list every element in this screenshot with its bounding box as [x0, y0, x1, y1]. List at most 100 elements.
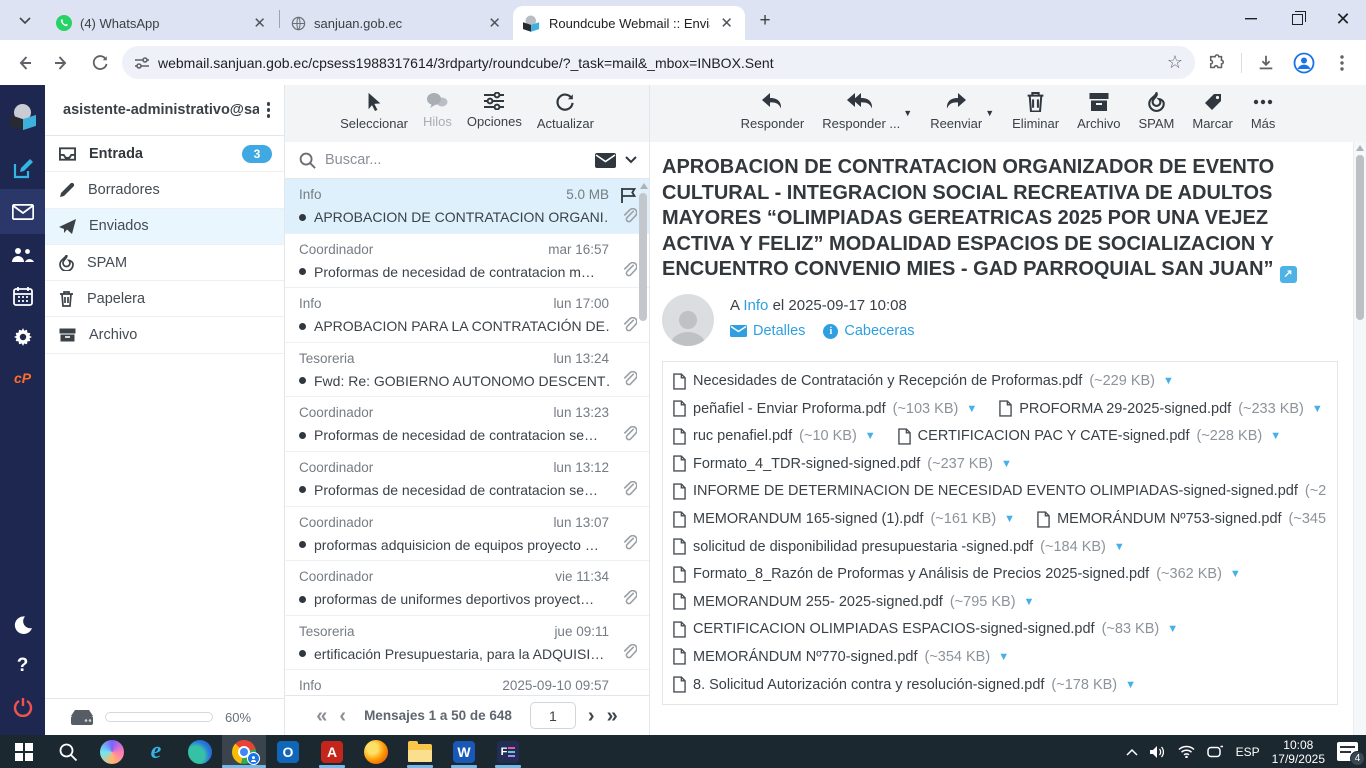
attachment-menu-caret[interactable]: ▼ — [1004, 513, 1015, 525]
attachment-chip[interactable]: Formato_4_TDR-signed-signed.pdf(~237 KB)… — [673, 455, 1012, 472]
scrollbar-thumb[interactable] — [639, 193, 647, 321]
dark-mode-moon-icon[interactable] — [0, 604, 45, 645]
chrome-icon[interactable] — [222, 735, 266, 768]
attachment-menu-caret[interactable]: ▼ — [1167, 623, 1178, 635]
options-button[interactable]: Opciones — [467, 92, 522, 142]
minimize-button[interactable] — [1228, 0, 1274, 38]
start-button[interactable] — [2, 735, 46, 768]
acrobat-icon[interactable]: A — [310, 735, 354, 768]
recipient-link[interactable]: Info — [743, 297, 768, 314]
attachment-menu-caret[interactable]: ▼ — [998, 651, 1009, 663]
taskbar-search-icon[interactable] — [46, 735, 90, 768]
firefox-icon[interactable] — [354, 735, 398, 768]
search-scope-envelope-icon[interactable] — [595, 153, 616, 168]
calendar-icon[interactable] — [0, 275, 45, 316]
flag-icon[interactable] — [620, 187, 637, 203]
attachment-menu-caret[interactable]: ▼ — [1230, 568, 1241, 580]
tab-close-icon[interactable]: ✕ — [718, 14, 735, 32]
scrollbar-thumb[interactable] — [1356, 155, 1364, 320]
new-tab-button[interactable]: + — [751, 7, 779, 35]
archive-button[interactable]: Archivo — [1077, 92, 1120, 142]
folder-borradores[interactable]: Borradores — [45, 172, 284, 208]
tab-close-icon[interactable]: ✕ — [251, 14, 268, 32]
attachment-menu-caret[interactable]: ▼ — [1270, 430, 1281, 442]
message-row[interactable]: Info2025-09-10 09:57 — [285, 670, 649, 695]
delete-button[interactable]: Eliminar — [1012, 92, 1059, 142]
attachment-chip[interactable]: ruc penafiel.pdf(~10 KB)▼ — [673, 428, 876, 445]
search-options-chevron-icon[interactable] — [625, 156, 637, 164]
folder-entrada[interactable]: Entrada 3 — [45, 136, 284, 172]
attachment-chip[interactable]: MEMORANDUM 165-signed (1).pdf(~161 KB)▼ — [673, 511, 1015, 528]
attachment-chip[interactable]: PROFORMA 29-2025-signed.pdf(~233 KB)▼ — [999, 400, 1323, 417]
attachment-chip[interactable]: solicitud de disponibilidad presupuestar… — [673, 538, 1125, 555]
select-button[interactable]: Seleccionar — [340, 92, 408, 142]
message-row[interactable]: Tesorerialun 13:24 Fwd: Re: GOBIERNO AUT… — [285, 343, 649, 398]
scroll-up-arrow[interactable] — [1356, 145, 1364, 151]
message-row[interactable]: Coordinadorlun 13:12 Proformas de necesi… — [285, 452, 649, 507]
bookmark-star-icon[interactable]: ☆ — [1167, 52, 1183, 73]
tab-roundcube-active[interactable]: Roundcube Webmail :: Enviados ✕ — [513, 6, 745, 40]
refresh-button[interactable]: Actualizar — [537, 92, 594, 142]
message-row[interactable]: Tesoreriajue 09:11 ertificación Presupue… — [285, 616, 649, 671]
first-page-icon[interactable]: « — [316, 706, 327, 726]
message-row[interactable]: Coordinadorlun 13:07 proformas adquisici… — [285, 507, 649, 562]
folder-papelera[interactable]: Papelera — [45, 281, 284, 317]
folder-spam[interactable]: SPAM — [45, 245, 284, 281]
volume-icon[interactable] — [1150, 745, 1166, 759]
message-row[interactable]: Info5.0 MB APROBACION DE CONTRATACION OR… — [285, 179, 649, 234]
mail-icon[interactable] — [0, 189, 45, 234]
prev-page-icon[interactable]: ‹ — [339, 706, 346, 726]
message-row[interactable]: Infolun 17:00 APROBACION PARA LA CONTRAT… — [285, 288, 649, 343]
forward-icon[interactable] — [46, 47, 78, 79]
extensions-icon[interactable] — [1201, 47, 1233, 79]
scroll-up-arrow[interactable] — [640, 183, 648, 189]
site-settings-icon[interactable] — [134, 55, 150, 71]
attachment-chip[interactable]: Formato_8_Razón de Proformas y Análisis … — [673, 566, 1241, 583]
forward-button[interactable]: Reenviar — [930, 92, 982, 131]
attachment-menu-caret[interactable]: ▼ — [1001, 458, 1012, 470]
headers-link[interactable]: i Cabeceras — [823, 323, 914, 339]
address-bar[interactable]: webmail.sanjuan.gob.ec/cpsess1988317614/… — [122, 46, 1195, 79]
attachment-chip[interactable]: INFORME DE DETERMINACION DE NECESIDAD EV… — [673, 483, 1327, 500]
search-bar[interactable]: Buscar... — [285, 142, 649, 179]
attachment-chip[interactable]: 8. Solicitud Autorización contra y resol… — [673, 676, 1136, 693]
file-explorer-icon[interactable] — [398, 735, 442, 768]
taskbar-clock[interactable]: 10:08 17/9/2025 — [1272, 738, 1325, 766]
tab-search-button[interactable] — [8, 8, 42, 34]
tray-expand-chevron-icon[interactable] — [1126, 748, 1138, 756]
notification-center-icon[interactable]: 4 — [1337, 742, 1358, 761]
attachment-chip[interactable]: MEMORÁNDUM Nº770-signed.pdf(~354 KB)▼ — [673, 648, 1009, 665]
edge-icon[interactable] — [178, 735, 222, 768]
attachment-chip[interactable]: CERTIFICACION PAC Y CATE-signed.pdf(~228… — [898, 428, 1281, 445]
fes-app-icon[interactable]: F — [486, 735, 530, 768]
outlook-icon[interactable]: O — [266, 735, 310, 768]
reply-all-menu-caret[interactable]: ▼ — [903, 108, 912, 118]
attachment-menu-caret[interactable]: ▼ — [966, 403, 977, 415]
attachment-menu-caret[interactable]: ▼ — [1024, 596, 1035, 608]
copilot-icon[interactable] — [90, 735, 134, 768]
tab-close-icon[interactable]: ✕ — [486, 14, 503, 32]
reload-icon[interactable] — [84, 47, 116, 79]
cpanel-icon[interactable]: cP — [0, 357, 45, 398]
language-indicator[interactable]: ESP — [1236, 745, 1260, 759]
attachment-menu-caret[interactable]: ▼ — [1312, 403, 1323, 415]
mark-button[interactable]: Marcar — [1192, 92, 1232, 142]
attachment-menu-caret[interactable]: ▼ — [1163, 375, 1174, 387]
details-link[interactable]: Detalles — [730, 323, 805, 339]
tab-sanjuan[interactable]: sanjuan.gob.ec ✕ — [281, 6, 513, 40]
profile-avatar-icon[interactable] — [1288, 47, 1320, 79]
attachment-chip[interactable]: Necesidades de Contratación y Recepción … — [673, 373, 1174, 390]
page-number-input[interactable]: 1 — [530, 702, 576, 729]
settings-gear-icon[interactable] — [0, 316, 45, 357]
downloads-icon[interactable] — [1250, 47, 1282, 79]
help-icon[interactable]: ? — [0, 645, 45, 686]
message-row[interactable]: Coordinadormar 16:57 Proformas de necesi… — [285, 234, 649, 289]
account-menu-icon[interactable] — [259, 98, 279, 122]
attachment-menu-caret[interactable]: ▼ — [1125, 679, 1136, 691]
message-row[interactable]: Coordinadorvie 11:34 proformas de unifor… — [285, 561, 649, 616]
open-in-new-window-icon[interactable]: ↗ — [1280, 266, 1297, 283]
reply-all-button[interactable]: Responder ... — [822, 92, 900, 131]
attachment-chip[interactable]: CERTIFICACION OLIMPIADAS ESPACIOS-signed… — [673, 621, 1178, 638]
threads-button[interactable]: Hilos — [423, 92, 452, 142]
browser-menu-icon[interactable] — [1326, 47, 1358, 79]
